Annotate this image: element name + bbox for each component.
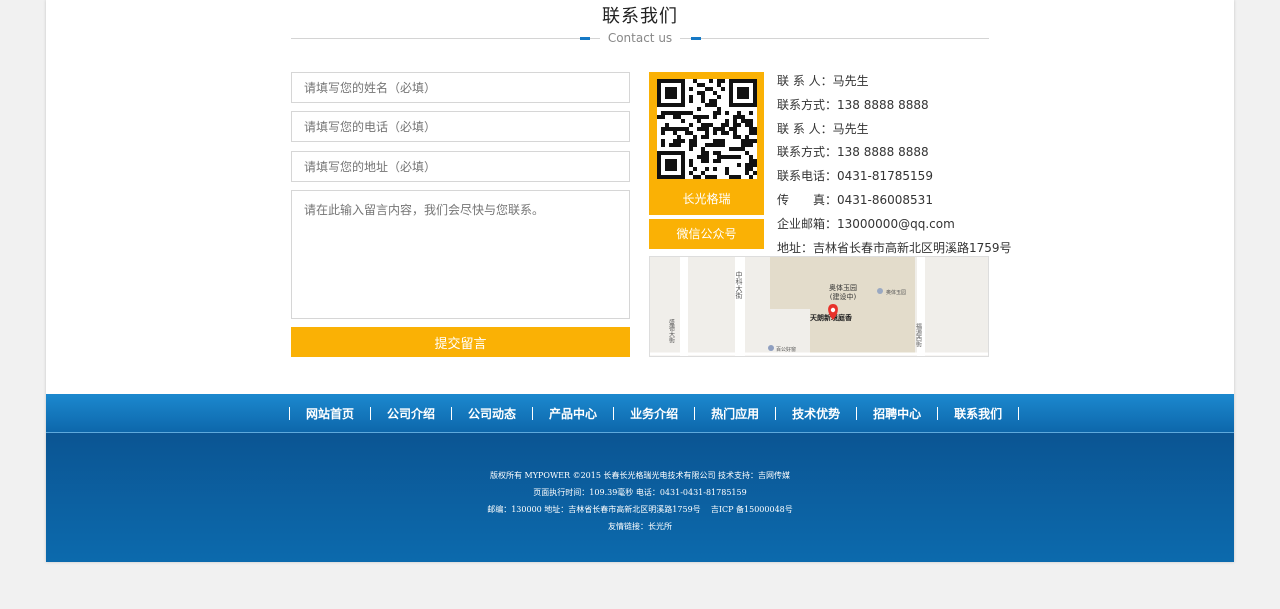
message-textarea[interactable]	[291, 190, 630, 319]
footer-links[interactable]: 友情链接：长光所	[46, 518, 1234, 535]
contact-person: 联 系 人：马先生	[777, 74, 869, 88]
footer-copyright: 版权所有 MYPOWER ©2015 长春长光格瑞光电技术有限公司 技术支持：吉…	[489, 471, 791, 480]
map-poi-small: 百公好窗	[776, 346, 796, 353]
qr-code-graphic	[657, 79, 757, 179]
contact-mobile: 联系方式：138 8888 8888	[777, 97, 929, 112]
nav-news[interactable]: 公司动态	[452, 405, 532, 422]
site-footer: 版权所有 MYPOWER ©2015 长春长光格瑞光电技术有限公司 技术支持：吉…	[46, 433, 1234, 562]
section-subtitle: Contact us	[600, 31, 680, 45]
contact-fax: 传 真：0431-86008531	[777, 192, 933, 207]
nav-products[interactable]: 产品中心	[533, 405, 613, 422]
nav-about[interactable]: 公司介绍	[371, 405, 451, 422]
qr-caption: 长光格瑞	[682, 192, 731, 206]
footer-exec-time: 页面执行时间：109.39毫秒 电话：0431-0431-81785159	[533, 488, 747, 497]
name-input[interactable]	[291, 72, 630, 103]
map-road-left: 中科大街	[735, 270, 743, 300]
contact-mobile: 联系方式：138 8888 8888	[777, 145, 929, 160]
nav-contact[interactable]: 联系我们	[938, 405, 1018, 422]
nav-careers[interactable]: 招聘中心	[857, 405, 937, 422]
contact-email: 企业邮箱：13000000@qq.com	[777, 216, 955, 231]
contact-phone: 联系电话：0431-81785159	[777, 169, 933, 184]
location-map[interactable]: 中科大街 盛德大街 福源西街 奥体玉园 (建设中) 奥体玉园 天朗新境庭香 百公…	[649, 256, 989, 357]
map-road-lower: 盛德大街	[668, 318, 675, 344]
heading-accent-left	[580, 37, 590, 40]
contact-person: 联 系 人：马先生	[777, 121, 869, 136]
nav-business[interactable]: 业务介绍	[614, 405, 694, 422]
nav-separator	[1018, 406, 1020, 420]
section-title: 联系我们	[602, 6, 678, 27]
wechat-label[interactable]: 微信公众号	[649, 219, 764, 249]
footer-address: 邮编：130000 地址：吉林省长春市高新北区明溪路1759号 吉ICP 备15…	[487, 505, 793, 514]
submit-button[interactable]: 提交留言	[291, 327, 630, 357]
footer-nav: 网站首页 公司介绍 公司动态 产品中心 业务介绍 热门应用 技术优势 招聘中心 …	[46, 394, 1234, 433]
phone-input[interactable]	[291, 111, 630, 142]
map-poi-main-note: (建设中)	[830, 292, 857, 301]
address-input[interactable]	[291, 151, 630, 182]
contact-heading: 联系我们 Contact us	[291, 0, 989, 50]
qr-code-image	[657, 79, 757, 179]
map-road-right: 福源西街	[915, 322, 922, 348]
qr-code-card: 长光格瑞	[649, 72, 764, 215]
nav-technology[interactable]: 技术优势	[776, 405, 856, 422]
nav-applications[interactable]: 热门应用	[695, 405, 775, 422]
page-container: 联系我们 Contact us 提交留言 长光格瑞 微信公众号 联 系 人：马先…	[46, 0, 1234, 562]
contact-info: 联 系 人：马先生 联系方式：138 8888 8888 联 系 人：马先生 联…	[777, 70, 1012, 260]
map-poi-side: 奥体玉园	[886, 289, 906, 296]
map-poi-main: 奥体玉园	[829, 283, 857, 292]
heading-accent-right	[691, 37, 701, 40]
nav-home[interactable]: 网站首页	[290, 405, 370, 422]
